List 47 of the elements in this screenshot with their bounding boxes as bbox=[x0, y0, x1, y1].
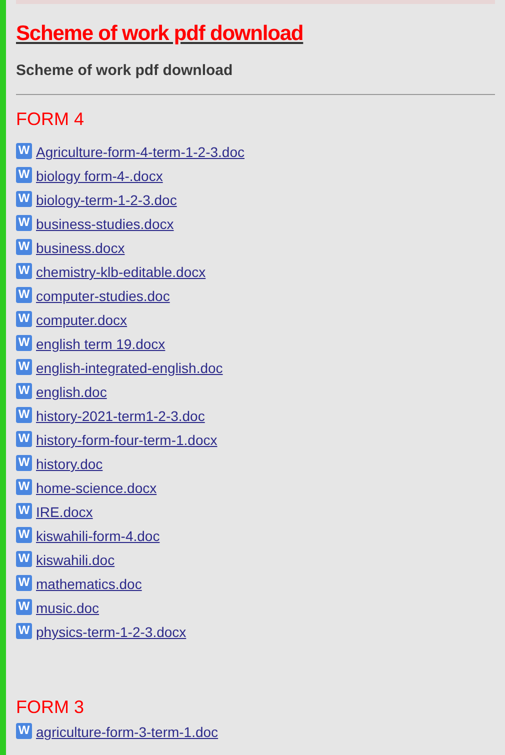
file-link[interactable]: chemistry-klb-editable.docx bbox=[32, 262, 206, 282]
word-document-icon: W bbox=[16, 599, 32, 615]
file-link[interactable]: music.doc bbox=[32, 598, 100, 618]
file-link[interactable]: IRE.docx bbox=[32, 502, 93, 522]
file-link[interactable]: computer-studies.doc bbox=[32, 286, 170, 306]
word-document-icon: W bbox=[16, 479, 32, 495]
word-document-icon: W bbox=[16, 143, 32, 159]
subtitle: Scheme of work pdf download bbox=[16, 62, 234, 80]
file-link[interactable]: kiswahili-form-4.doc bbox=[32, 526, 160, 546]
file-link[interactable]: history-2021-term1-2-3.doc bbox=[32, 406, 205, 426]
file-link[interactable]: english-integrated-english.doc bbox=[32, 358, 223, 378]
file-link[interactable]: business.docx bbox=[32, 238, 125, 258]
word-document-icon: W bbox=[16, 527, 32, 543]
word-document-icon: W bbox=[16, 167, 32, 183]
file-link[interactable]: english term 19.docx bbox=[32, 334, 166, 354]
file-link[interactable]: mathematics.doc bbox=[32, 574, 142, 594]
file-link[interactable]: physics-term-1-2-3.docx bbox=[32, 622, 186, 642]
file-link[interactable]: english.doc bbox=[32, 382, 107, 402]
word-document-icon: W bbox=[16, 407, 32, 423]
file-link[interactable]: history-form-four-term-1.docx bbox=[32, 430, 218, 450]
word-document-icon: W bbox=[16, 239, 32, 255]
file-link[interactable]: biology-term-1-2-3.doc bbox=[32, 190, 177, 210]
word-document-icon: W bbox=[16, 263, 32, 279]
word-document-icon: W bbox=[16, 215, 32, 231]
word-document-icon: W bbox=[16, 287, 32, 303]
word-document-icon: W bbox=[16, 311, 32, 327]
file-link[interactable]: history.doc bbox=[32, 454, 103, 474]
file-link[interactable]: home-science.docx bbox=[32, 478, 157, 498]
file-link[interactable]: computer.docx bbox=[32, 310, 128, 330]
word-document-icon: W bbox=[16, 383, 32, 399]
file-link[interactable]: Agriculture-form-4-term-1-2-3.doc bbox=[32, 142, 244, 162]
section-heading: FORM 4 bbox=[16, 108, 86, 130]
word-document-icon: W bbox=[16, 575, 32, 591]
word-document-icon: W bbox=[16, 455, 32, 471]
file-link[interactable]: kiswahili.doc bbox=[32, 550, 115, 570]
file-link[interactable]: agriculture-form-3-term-1.doc bbox=[32, 722, 218, 742]
file-link[interactable]: business-studies.docx bbox=[32, 214, 174, 234]
file-link[interactable]: biology form-4-.docx bbox=[32, 166, 163, 186]
word-document-icon: W bbox=[16, 723, 32, 739]
word-document-icon: W bbox=[16, 623, 32, 639]
word-document-icon: W bbox=[16, 335, 32, 351]
word-document-icon: W bbox=[16, 359, 32, 375]
word-document-icon: W bbox=[16, 431, 32, 447]
word-document-icon: W bbox=[16, 503, 32, 519]
word-document-icon: W bbox=[16, 551, 32, 567]
section-heading: FORM 3 bbox=[16, 696, 86, 718]
word-document-icon: W bbox=[16, 191, 32, 207]
